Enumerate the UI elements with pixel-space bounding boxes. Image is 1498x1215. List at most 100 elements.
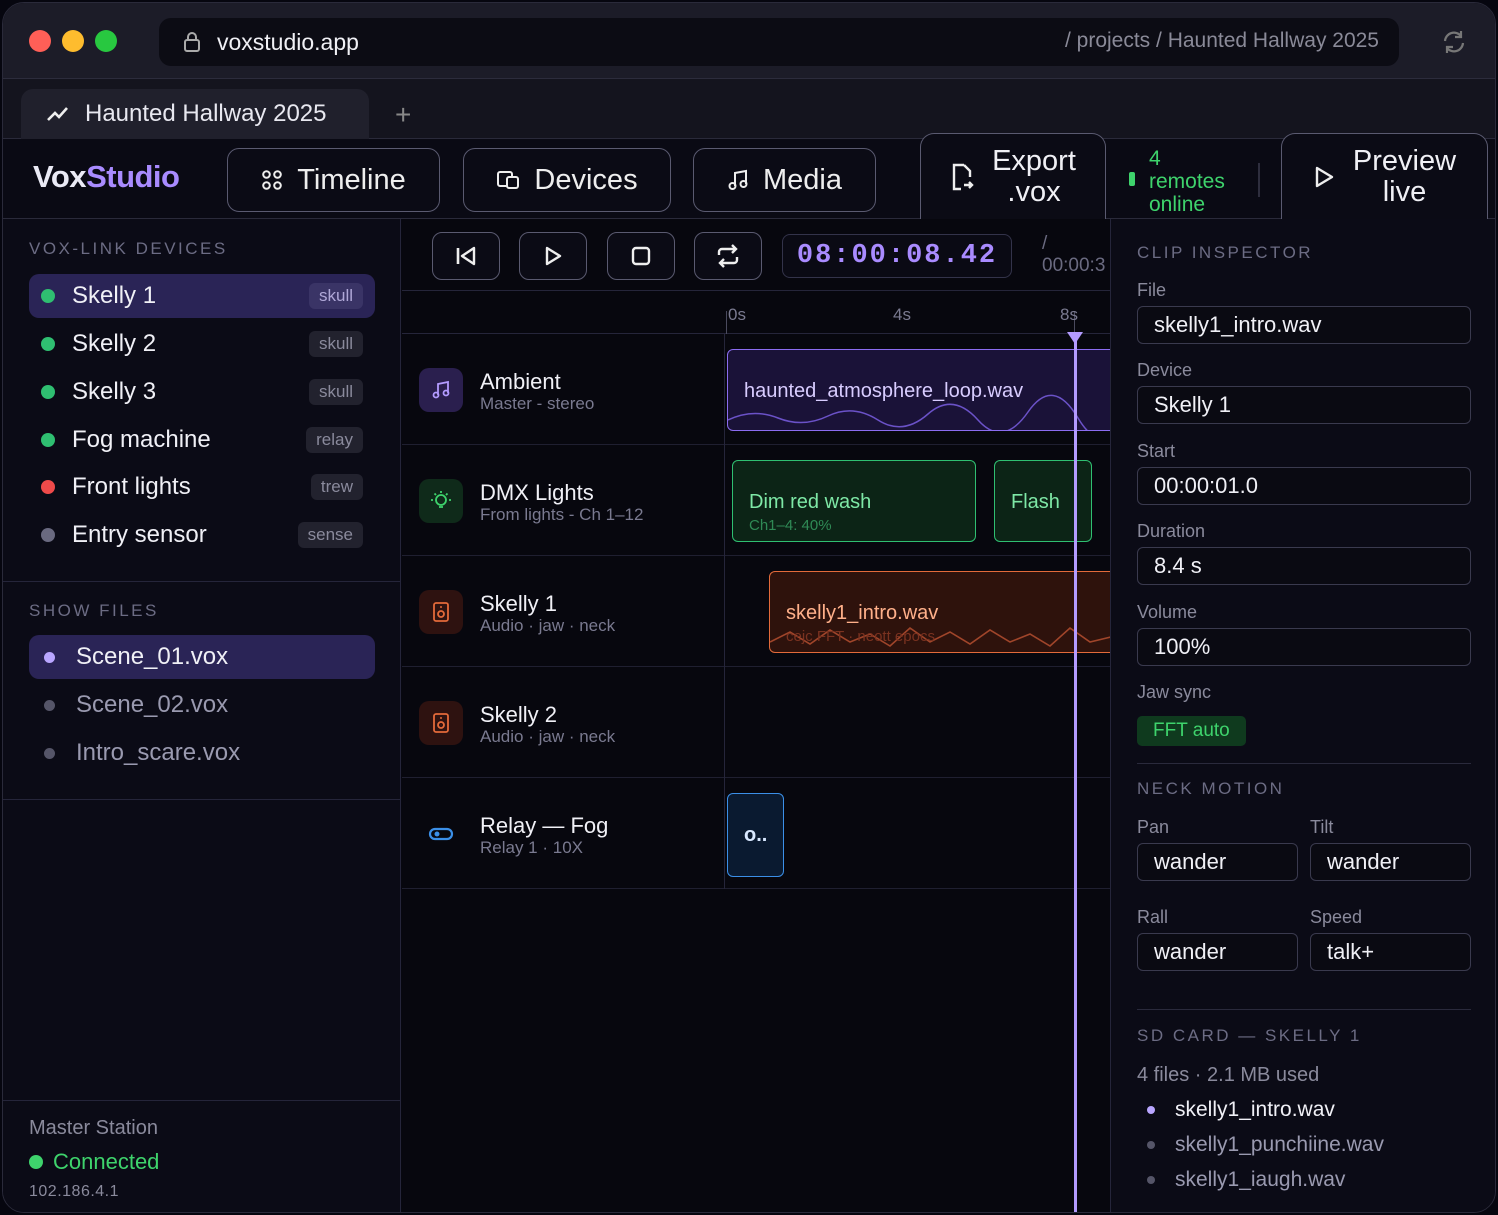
clip-relay-fog[interactable]: o..	[727, 793, 784, 877]
close-window-button[interactable]	[29, 30, 51, 52]
clip-subtitle: cejc FFT · neott epocs	[786, 628, 935, 645]
loop-button[interactable]	[694, 232, 762, 280]
track-name: Skelly 1	[480, 591, 558, 616]
sd-card-summary: 4 files · 2.1 MB used	[1137, 1064, 1320, 1086]
ruler-tick	[726, 311, 727, 334]
device-item-front-lights[interactable]: Front lights trew	[29, 465, 375, 509]
connected-dot	[29, 1155, 43, 1169]
sd-file-item[interactable]: skelly1_iaugh.wav	[1147, 1168, 1345, 1192]
track-name: DMX Lights	[480, 480, 594, 505]
device-field[interactable]: Skelly 1	[1137, 386, 1471, 424]
show-files-heading: SHOW FILES	[29, 601, 159, 620]
track-header[interactable]: DMX Lights From lights - Ch 1–12	[402, 445, 725, 556]
device-type-badge: relay	[306, 427, 363, 453]
file-export-icon	[952, 163, 974, 190]
url-host: voxstudio.app	[217, 29, 359, 55]
track-lane-dmx-lights: DMX Lights From lights - Ch 1–12 Dim red…	[402, 445, 1110, 556]
roll-field[interactable]: wander	[1137, 933, 1298, 971]
timeline-button[interactable]: Timeline	[227, 148, 440, 212]
clip-skelly1-intro[interactable]: skelly1_intro.wav cejc FFT · neott epocs	[769, 571, 1110, 653]
clip-title: Dim red wash	[749, 491, 872, 513]
device-item-skelly-1[interactable]: Skelly 1 skull	[29, 274, 375, 318]
device-type-badge: skull	[308, 283, 363, 309]
inspector-heading: CLIP INSPECTOR	[1137, 243, 1314, 262]
file-item-scene-02[interactable]: Scene_02.vox	[29, 683, 375, 727]
transport-bar: 08:00:08.42 /00:00:3	[402, 219, 1110, 291]
export-vox-button[interactable]: Export .vox	[920, 133, 1106, 219]
file-dot	[44, 651, 55, 663]
loop-icon	[717, 244, 739, 268]
sd-file-item[interactable]: skelly1_punchiine.wav	[1147, 1133, 1384, 1157]
track-lane-ambient: Ambient Master - stereo haunted_atmosphe…	[402, 334, 1110, 445]
stop-button[interactable]	[607, 232, 675, 280]
ruler-label: 4s	[893, 305, 911, 324]
track-name: Ambient	[480, 369, 561, 394]
status-dot	[41, 433, 55, 447]
devices-button[interactable]: Devices	[463, 148, 671, 212]
track-subtitle: Master - stereo	[480, 394, 595, 413]
start-field[interactable]: 00:00:01.0	[1137, 467, 1471, 505]
device-item-entry-sensor[interactable]: Entry sensor sense	[29, 513, 375, 557]
divider	[1137, 1009, 1471, 1010]
track-subtitle: Audio · jaw · neck	[480, 616, 616, 635]
clip-subtitle: Ch1–4: 40%	[749, 517, 832, 534]
ruler-label: 8s	[1060, 305, 1078, 324]
sd-file-item[interactable]: skelly1_intro.wav	[1147, 1098, 1335, 1122]
reload-icon[interactable]	[1441, 29, 1467, 55]
jaw-sync-badge[interactable]: FFT auto	[1137, 716, 1246, 746]
track-lane-relay-fog: Relay — Fog Relay 1 · 10X o..	[402, 778, 1110, 889]
master-ip: 102.186.4.1	[29, 1183, 120, 1200]
speaker-icon	[419, 590, 463, 634]
toolbar-divider	[1258, 163, 1260, 197]
track-header[interactable]: Skelly 1 Audio · jaw · neck	[402, 556, 725, 667]
tilt-field[interactable]: wander	[1310, 843, 1471, 881]
divider	[3, 799, 401, 800]
time-ruler[interactable]: 0s 4s 8s	[402, 291, 1110, 334]
speed-field[interactable]: talk+	[1310, 933, 1471, 971]
music-note-icon	[419, 368, 463, 412]
file-item-intro-scare[interactable]: Intro_scare.vox	[29, 731, 375, 775]
file-dot	[1147, 1141, 1155, 1149]
skip-back-button[interactable]	[432, 232, 500, 280]
file-dot	[1147, 1176, 1155, 1184]
clip-title: Flash	[1011, 491, 1060, 513]
address-bar[interactable]: voxstudio.app / projects / Haunted Hallw…	[159, 18, 1399, 66]
duration-field[interactable]: 8.4 s	[1137, 547, 1471, 585]
maximize-window-button[interactable]	[95, 30, 117, 52]
clip-ambient[interactable]: haunted_atmosphere_loop.wav	[727, 349, 1110, 431]
minimize-window-button[interactable]	[62, 30, 84, 52]
clip-flash[interactable]: Flash	[994, 460, 1092, 542]
file-item-scene-01[interactable]: Scene_01.vox	[29, 635, 375, 679]
browser-tab-haunted-hallway[interactable]: Haunted Hallway 2025	[21, 89, 369, 139]
track-header[interactable]: Ambient Master - stereo	[402, 334, 725, 445]
play-icon	[545, 246, 562, 266]
device-item-skelly-3[interactable]: Skelly 3 skull	[29, 370, 375, 414]
devices-heading: VOX-LINK DEVICES	[29, 239, 228, 258]
track-subtitle: Audio · jaw · neck	[480, 727, 616, 746]
device-item-skelly-2[interactable]: Skelly 2 skull	[29, 322, 375, 366]
play-button[interactable]	[519, 232, 587, 280]
timecode-display: 08:00:08.42	[782, 234, 1012, 278]
file-field[interactable]: skelly1_intro.wav	[1137, 306, 1471, 344]
device-type-badge: trew	[310, 474, 363, 500]
devices-icon	[497, 171, 520, 189]
app-toolbar: VoxStudio Timeline Devices Media Export.…	[3, 133, 1495, 219]
track-header[interactable]: Relay — Fog Relay 1 · 10X	[402, 778, 725, 889]
preview-live-button[interactable]: Preview live	[1281, 133, 1488, 219]
playhead[interactable]	[1074, 334, 1077, 1212]
device-item-fog-machine[interactable]: Fog machine relay	[29, 418, 375, 462]
browser-chrome: voxstudio.app / projects / Haunted Hallw…	[3, 3, 1495, 79]
app-logo: VoxStudio	[33, 159, 180, 194]
total-duration: /00:00:3	[1042, 233, 1106, 276]
track-header[interactable]: Skelly 2 Audio · jaw · neck	[402, 667, 725, 778]
new-tab-button[interactable]: +	[395, 99, 411, 131]
tab-strip: Haunted Hallway 2025 +	[3, 79, 1495, 139]
media-button[interactable]: Media	[693, 148, 876, 212]
volume-field[interactable]: 100%	[1137, 628, 1471, 666]
pan-field[interactable]: wander	[1137, 843, 1298, 881]
clip-dim-red-wash[interactable]: Dim red wash Ch1–4: 40%	[732, 460, 976, 542]
clip-title: skelly1_intro.wav	[786, 602, 939, 624]
grid-icon	[262, 170, 283, 190]
device-type-badge: skull	[308, 379, 363, 405]
track-subtitle: From lights - Ch 1–12	[480, 505, 644, 524]
